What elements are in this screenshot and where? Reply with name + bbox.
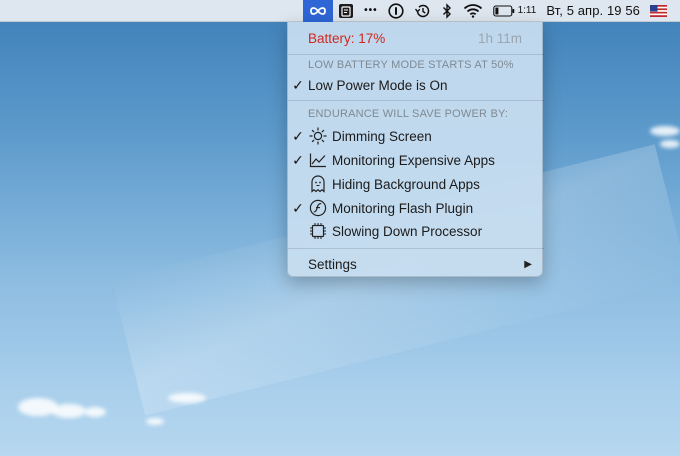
cpu-icon [308,222,328,240]
checkmark-icon: ✓ [292,151,304,168]
flash-icon [308,199,328,217]
battery-status-row: Battery: 17% 1h 11m [288,27,544,49]
us-flag-icon [650,4,667,17]
monitoring-expensive-apps-item[interactable]: ✓ Monitoring Expensive Apps [288,149,544,171]
bluetooth-menu-extra[interactable] [436,0,458,22]
settings-label: Settings [308,256,357,272]
app-icon [339,3,354,18]
endurance-dropdown-menu: Battery: 17% 1h 11m LOW BATTERY MODE STA… [287,22,544,277]
infinity-icon [310,6,326,15]
low-power-mode-label: Low Power Mode is On [308,77,448,93]
date-time: Вт, 5 апр. 19 56 [546,3,640,18]
menu-divider [288,54,544,55]
wifi-menu-extra[interactable] [458,0,488,22]
battery-menu-extra[interactable]: 1:11 [488,0,542,22]
menu-divider [288,100,544,101]
low-power-mode-item[interactable]: ✓ Low Power Mode is On [288,74,544,96]
battery-icon [492,4,514,17]
monitoring-flash-plugin-label: Monitoring Flash Plugin [332,200,474,216]
password-menu-extra[interactable] [383,0,409,22]
cloud [168,393,206,403]
ghost-icon [308,175,328,193]
time-machine-menu-extra[interactable] [409,0,436,22]
slowing-down-processor-item[interactable]: Slowing Down Processor [288,220,544,242]
cloud [84,407,106,417]
cloud [52,404,86,418]
bluetooth-icon [442,2,451,19]
clock-menu-extra[interactable]: Вт, 5 апр. 19 56 [541,0,645,22]
submenu-arrow-icon: ▶ [524,258,532,270]
battery-remaining-time: 1h 11m [477,30,522,46]
app-menu-extra[interactable] [333,0,359,22]
endurance-menu-extra[interactable] [303,0,334,22]
more-menu-extra[interactable]: ••• [359,0,383,22]
dimming-screen-label: Dimming Screen [332,128,432,144]
keyhole-icon [387,2,404,19]
cloud [660,140,680,148]
slowing-down-processor-label: Slowing Down Processor [332,223,483,239]
menu-divider [288,248,544,249]
time-machine-icon [414,4,429,17]
input-source-menu-extra[interactable] [645,0,672,22]
hiding-background-apps-item[interactable]: Hiding Background Apps [288,173,544,195]
settings-item[interactable]: Settings ▶ [288,253,544,275]
menu-bar: ••• 1:11 Вт, 5 апр. 19 56 [0,0,680,22]
cloud [146,418,164,425]
hiding-background-apps-label: Hiding Background Apps [332,176,480,192]
more-icon: ••• [364,5,378,16]
monitoring-expensive-apps-label: Monitoring Expensive Apps [332,152,495,168]
checkmark-icon: ✓ [292,127,304,144]
battery-time-remaining: 1:11 [517,5,537,16]
endurance-header: ENDURANCE WILL SAVE POWER BY: [308,108,509,120]
checkmark-icon: ✓ [292,76,304,93]
checkmark-icon: ✓ [292,199,304,216]
sun-icon [308,127,328,145]
chart-icon [308,151,328,169]
battery-percentage-label: Battery: 17% [308,30,386,46]
dimming-screen-item[interactable]: ✓ Dimming Screen [288,125,544,147]
monitoring-flash-plugin-item[interactable]: ✓ Monitoring Flash Plugin [288,197,544,219]
cloud [650,126,680,136]
low-battery-mode-header: LOW BATTERY MODE STARTS AT 50% [308,59,514,71]
wifi-icon [463,4,482,18]
